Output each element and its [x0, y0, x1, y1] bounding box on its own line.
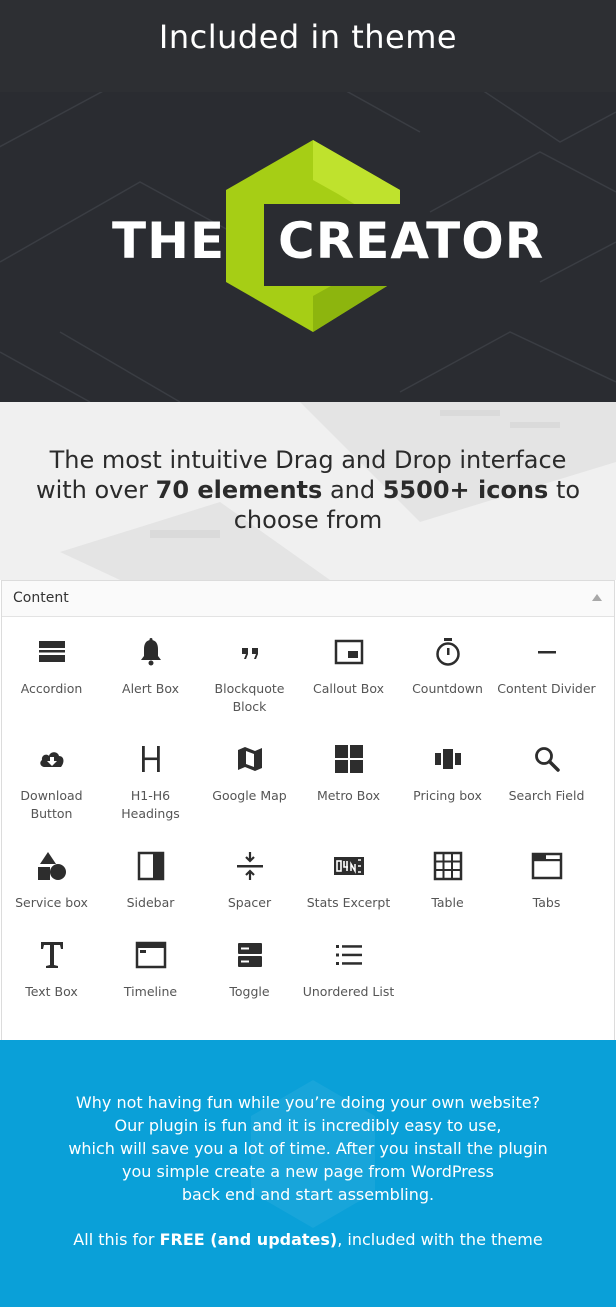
map-icon [237, 747, 262, 771]
toggle-icon [237, 943, 262, 967]
divider-icon [537, 651, 556, 654]
heading-icon [141, 746, 160, 772]
tabs-icon [531, 852, 562, 880]
element-headings[interactable]: H1-H6 Headings [101, 743, 200, 823]
text-t-icon [40, 942, 63, 968]
element-accordion[interactable]: Accordion [2, 636, 101, 698]
element-alert-box[interactable]: Alert Box [101, 636, 200, 698]
tagline-text: The most intuitive Drag and Drop interfa… [30, 445, 586, 535]
element-download-button[interactable]: Download Button [2, 743, 101, 823]
element-callout-box[interactable]: Callout Box [299, 636, 398, 698]
grid-squares-icon [334, 745, 363, 773]
shapes-icon [37, 852, 66, 880]
element-label: Countdown [412, 681, 483, 696]
hero-banner: THE CREATOR [0, 92, 616, 402]
element-label: Pricing box [413, 788, 482, 803]
tagline-elements-count: 70 elements [155, 476, 323, 504]
tagline-line-2-pre: with over [35, 476, 156, 504]
element-label: Timeline [123, 984, 178, 999]
pricing-icon [434, 749, 461, 769]
search-icon [534, 747, 560, 772]
bell-icon [140, 638, 161, 666]
promo-paragraph: Why not having fun while you’re doing yo… [20, 1091, 596, 1206]
element-blockquote[interactable]: Blockquote Block [200, 636, 299, 716]
tagline-line-2-post: to [548, 476, 581, 504]
header-title: Included in theme [158, 18, 458, 56]
header-band: Included in theme [0, 0, 616, 92]
element-label: Stats Excerpt [306, 895, 391, 910]
element-label: Service box [15, 895, 88, 910]
element-sidebar[interactable]: Sidebar [101, 850, 200, 912]
element-stats-excerpt[interactable]: Stats Excerpt [299, 850, 398, 912]
element-countdown[interactable]: Countdown [398, 636, 497, 698]
element-label: Alert Box [122, 681, 179, 696]
element-label: Blockquote Block [214, 681, 285, 714]
element-toggle[interactable]: Toggle [200, 939, 299, 1001]
quote-icon [241, 648, 258, 659]
promo-free-highlight: FREE (and updates) [159, 1230, 338, 1249]
element-label: Google Map [212, 788, 287, 803]
panel-title: Content [13, 590, 69, 606]
cloud-download-icon [39, 752, 63, 767]
promo-free-pre: All this for [73, 1230, 160, 1249]
accordion-icon [38, 641, 65, 662]
element-label: Download Button [20, 788, 83, 821]
element-content-divider[interactable]: Content Divider [497, 636, 596, 698]
element-label: Content Divider [497, 681, 596, 696]
promo-free-line: All this for FREE (and updates), include… [20, 1228, 596, 1251]
element-label: Sidebar [126, 895, 175, 910]
list-icon [335, 945, 362, 965]
element-google-map[interactable]: Google Map [200, 743, 299, 805]
element-label: Callout Box [312, 681, 384, 696]
logo-word-creator: CREATOR [278, 212, 545, 270]
element-label: Text Box [25, 984, 78, 999]
promo-line-1: Why not having fun while you’re doing yo… [75, 1093, 541, 1112]
element-label: Toggle [229, 984, 270, 999]
promo-line-3: which will save you a lot of time. After… [68, 1139, 548, 1158]
element-label: Metro Box [316, 788, 381, 803]
element-label: Table [431, 895, 464, 910]
timeline-icon [135, 941, 166, 969]
tagline-line-2-mid: and [322, 476, 383, 504]
page: Included in theme THE CREATOR The most i… [0, 0, 616, 1307]
element-metro-box[interactable]: Metro Box [299, 743, 398, 805]
element-label: Search Field [508, 788, 585, 803]
promo-line-2: Our plugin is fun and it is incredibly e… [114, 1116, 502, 1135]
element-spacer[interactable]: Spacer [200, 850, 299, 912]
tagline-section: The most intuitive Drag and Drop interfa… [0, 402, 616, 580]
stopwatch-icon [435, 638, 460, 666]
stats-counter-icon [333, 857, 364, 875]
element-label: Accordion [20, 681, 83, 696]
tagline-line-3: choose from [233, 506, 383, 534]
element-label: Tabs [532, 895, 561, 910]
logo-word-the: THE [112, 212, 226, 270]
tagline-line-1: The most intuitive Drag and Drop interfa… [49, 446, 567, 474]
element-label: H1-H6 Headings [121, 788, 180, 821]
element-table[interactable]: Table [398, 850, 497, 912]
tagline-line-2: with over 70 elements and 5500+ icons to [30, 475, 586, 505]
promo-line-4: you simple create a new page from WordPr… [122, 1162, 494, 1181]
tagline-icons-count: 5500+ icons [382, 476, 549, 504]
panel-header[interactable]: Content [2, 581, 614, 617]
callout-icon [334, 639, 363, 665]
element-service-box[interactable]: Service box [2, 850, 101, 912]
element-unordered-list[interactable]: Unordered List [299, 939, 398, 1001]
spacer-icon [236, 852, 263, 880]
sidebar-icon [137, 851, 164, 881]
promo-free-post: , included with the theme [337, 1230, 543, 1249]
element-search-field[interactable]: Search Field [497, 743, 596, 805]
table-icon [433, 851, 462, 881]
element-label: Unordered List [302, 984, 395, 999]
content-elements-panel: Content Accordion Alert Box Blockquote B… [1, 580, 615, 1042]
element-pricing-box[interactable]: Pricing box [398, 743, 497, 805]
element-label: Spacer [227, 895, 272, 910]
promo-section: Why not having fun while you’re doing yo… [0, 1040, 616, 1307]
promo-line-5: back end and start assembling. [181, 1185, 435, 1204]
element-tabs[interactable]: Tabs [497, 850, 596, 912]
element-text-box[interactable]: Text Box [2, 939, 101, 1001]
collapse-arrow-icon[interactable] [592, 594, 602, 601]
element-timeline[interactable]: Timeline [101, 939, 200, 1001]
